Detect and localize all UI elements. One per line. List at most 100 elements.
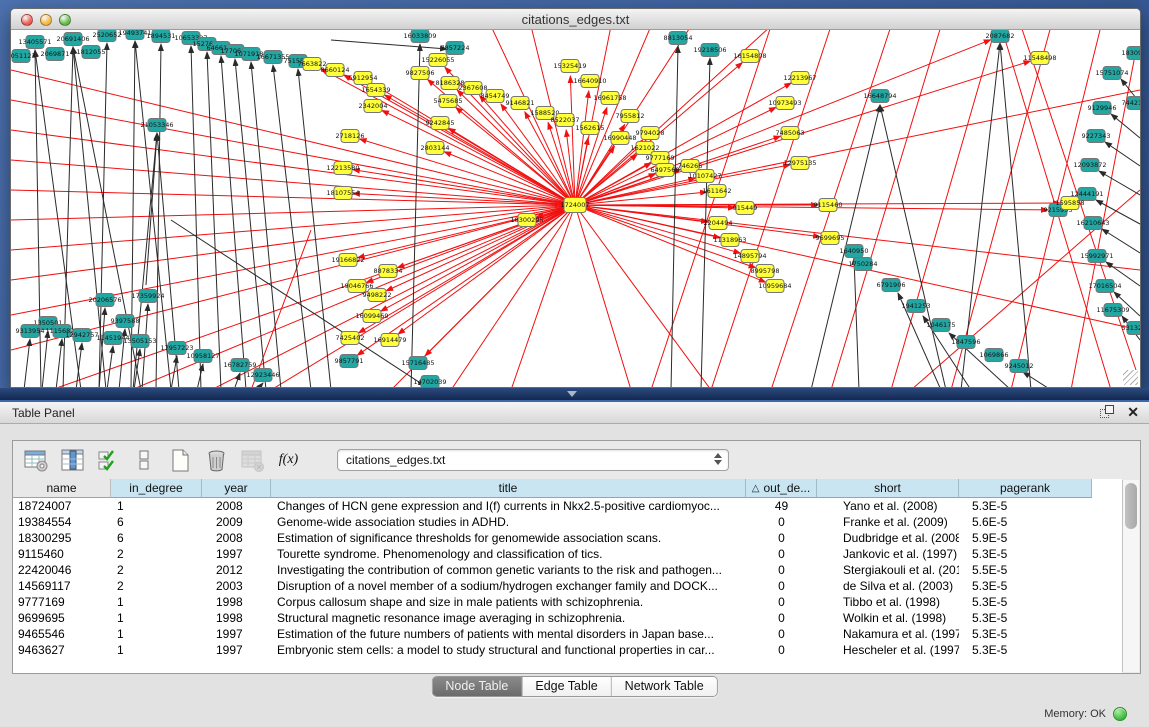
edge-black-directed[interactable] xyxy=(1111,114,1140,138)
graph-node[interactable]: 8660124 xyxy=(321,64,350,77)
edge-black-directed[interactable] xyxy=(1000,43,1031,387)
tab-node-table[interactable]: Node Table xyxy=(432,677,522,696)
edge-red[interactable] xyxy=(575,90,1140,205)
graph-node[interactable]: 915449 xyxy=(733,202,758,215)
cell-name[interactable]: 9777169 xyxy=(13,594,111,610)
graph-node[interactable]: 17359924 xyxy=(131,290,164,303)
float-panel-icon[interactable] xyxy=(1100,405,1115,420)
graph-node[interactable]: 20691406 xyxy=(56,33,89,46)
graph-node[interactable]: 12213967 xyxy=(783,72,816,85)
cell-name[interactable]: 18724007 xyxy=(13,498,111,514)
graph-node[interactable]: 9115460 xyxy=(814,199,843,212)
cell-short[interactable]: Tibbo et al. (1998) xyxy=(817,594,959,610)
graph-node[interactable]: 7857224 xyxy=(441,42,470,55)
cell-name[interactable]: 9465546 xyxy=(13,626,111,642)
graph-node[interactable]: 2204494 xyxy=(704,217,733,230)
cell-out_de[interactable]: 0 xyxy=(746,626,817,642)
graph-node[interactable]: 1812055 xyxy=(77,46,106,59)
edge-red-directed[interactable] xyxy=(480,96,575,205)
new-document-icon[interactable] xyxy=(167,447,194,474)
edge-red-directed[interactable] xyxy=(575,205,1048,210)
graph-node[interactable]: 12923446 xyxy=(246,369,279,382)
network-graph[interactable]: 1340557120691406252065219493741189453110… xyxy=(11,30,1140,387)
cell-out_de[interactable]: 0 xyxy=(746,642,817,658)
graph-node[interactable]: 12975135 xyxy=(783,157,816,170)
graph-node[interactable]: 8995798 xyxy=(751,265,780,278)
graph-node[interactable]: 9146821 xyxy=(506,97,535,110)
cell-year[interactable]: 2009 xyxy=(202,514,271,530)
cell-year[interactable]: 2008 xyxy=(202,530,271,546)
edge-red[interactable] xyxy=(11,160,575,205)
cell-name[interactable]: 9115460 xyxy=(13,546,111,562)
column-header-title[interactable]: title xyxy=(271,479,746,498)
window-resize-grip[interactable] xyxy=(1123,370,1138,385)
column-header-short[interactable]: short xyxy=(817,479,959,498)
edge-red[interactable] xyxy=(11,205,575,280)
graph-node[interactable]: 1046175 xyxy=(927,319,956,332)
graph-node[interactable]: 9827506 xyxy=(406,67,435,80)
edge-red[interactable] xyxy=(11,190,575,205)
edge-red[interactable] xyxy=(211,205,575,387)
graph-node[interactable]: 10959684 xyxy=(758,280,791,293)
cell-title[interactable]: Structural magnetic resonance image aver… xyxy=(271,610,746,626)
window-titlebar[interactable]: citations_edges.txt xyxy=(11,9,1140,30)
graph-node[interactable]: 1611642 xyxy=(703,185,732,198)
graph-node[interactable]: 16990448 xyxy=(603,132,636,145)
edge-black-directed[interactable] xyxy=(235,59,266,387)
graph-node[interactable]: 9227343 xyxy=(1082,130,1111,143)
cell-title[interactable]: Disruption of a novel member of a sodium… xyxy=(271,578,746,594)
cell-year[interactable]: 2008 xyxy=(202,498,271,514)
network-canvas[interactable]: 1340557120691406252065219493741189453110… xyxy=(11,30,1140,387)
edge-red-directed[interactable] xyxy=(575,178,695,205)
table-row[interactable]: 977716911998Corpus callosum shape and si… xyxy=(13,594,1122,610)
table-row[interactable]: 911546021997Tourette syndrome. Phenomeno… xyxy=(13,546,1122,562)
cell-pagerank[interactable]: 5.3E-5 xyxy=(959,578,1092,594)
graph-node[interactable]: 12942757 xyxy=(65,329,98,342)
graph-node[interactable]: 2069871 xyxy=(41,48,70,61)
graph-node[interactable]: 15992971 xyxy=(1080,250,1113,263)
graph-node[interactable]: 16033809 xyxy=(403,30,436,43)
table-options-icon[interactable] xyxy=(23,447,50,474)
cell-short[interactable]: Dudbridge et al. (2008) xyxy=(817,530,959,546)
clear-selection-icon[interactable] xyxy=(131,447,158,474)
cell-in_degree[interactable]: 6 xyxy=(111,530,202,546)
edge-black-directed[interactable] xyxy=(42,331,48,387)
cell-short[interactable]: Jankovic et al. (1997) xyxy=(817,546,959,562)
graph-node[interactable]: 2520652 xyxy=(93,30,122,42)
cell-in_degree[interactable]: 1 xyxy=(111,498,202,514)
graph-node[interactable]: 1069866 xyxy=(980,349,1009,362)
graph-node[interactable]: 7425402 xyxy=(336,332,365,345)
graph-node[interactable]: 1830954 xyxy=(1122,47,1140,60)
cell-in_degree[interactable]: 1 xyxy=(111,594,202,610)
edge-red[interactable] xyxy=(11,130,575,205)
edge-black-directed[interactable] xyxy=(880,105,946,387)
network-view-window[interactable]: citations_edges.txt 13405571206914062520… xyxy=(10,8,1141,388)
cell-year[interactable]: 1997 xyxy=(202,642,271,658)
edge-black-directed[interactable] xyxy=(156,44,161,387)
cell-name[interactable]: 22420046 xyxy=(13,562,111,578)
table-row[interactable]: 969969511998Structural magnetic resonanc… xyxy=(13,610,1122,626)
edge-black-directed[interactable] xyxy=(1102,229,1140,253)
cell-name[interactable]: 9463627 xyxy=(13,642,111,658)
graph-node[interactable]: 9857791 xyxy=(335,355,364,368)
cell-out_de[interactable]: 49 xyxy=(746,498,817,514)
edge-red[interactable] xyxy=(951,30,1051,387)
graph-node[interactable]: 7955812 xyxy=(616,110,645,123)
graph-node[interactable]: 15226055 xyxy=(421,54,454,67)
cell-short[interactable]: Yano et al. (2008) xyxy=(817,498,959,514)
graph-node[interactable]: 13505153 xyxy=(123,335,156,348)
table-scrollbar-thumb[interactable] xyxy=(1125,483,1137,529)
column-header-name[interactable]: name xyxy=(13,479,111,498)
cell-pagerank[interactable]: 5.3E-5 xyxy=(959,610,1092,626)
graph-node[interactable]: 16154808 xyxy=(733,50,766,63)
graph-node[interactable]: 11675309 xyxy=(1096,304,1129,317)
cell-out_de[interactable]: 0 xyxy=(746,562,817,578)
graph-node[interactable]: 20206576 xyxy=(88,294,121,307)
graph-node[interactable]: 1894531 xyxy=(147,30,176,43)
cell-title[interactable]: Tourette syndrome. Phenomenology and cla… xyxy=(271,546,746,562)
graph-node[interactable]: 12093872 xyxy=(1073,159,1106,172)
edge-black-directed[interactable] xyxy=(331,40,447,49)
delete-table-icon[interactable] xyxy=(203,447,230,474)
cell-pagerank[interactable]: 5.6E-5 xyxy=(959,514,1092,530)
split-divider-handle-icon[interactable] xyxy=(567,391,577,397)
